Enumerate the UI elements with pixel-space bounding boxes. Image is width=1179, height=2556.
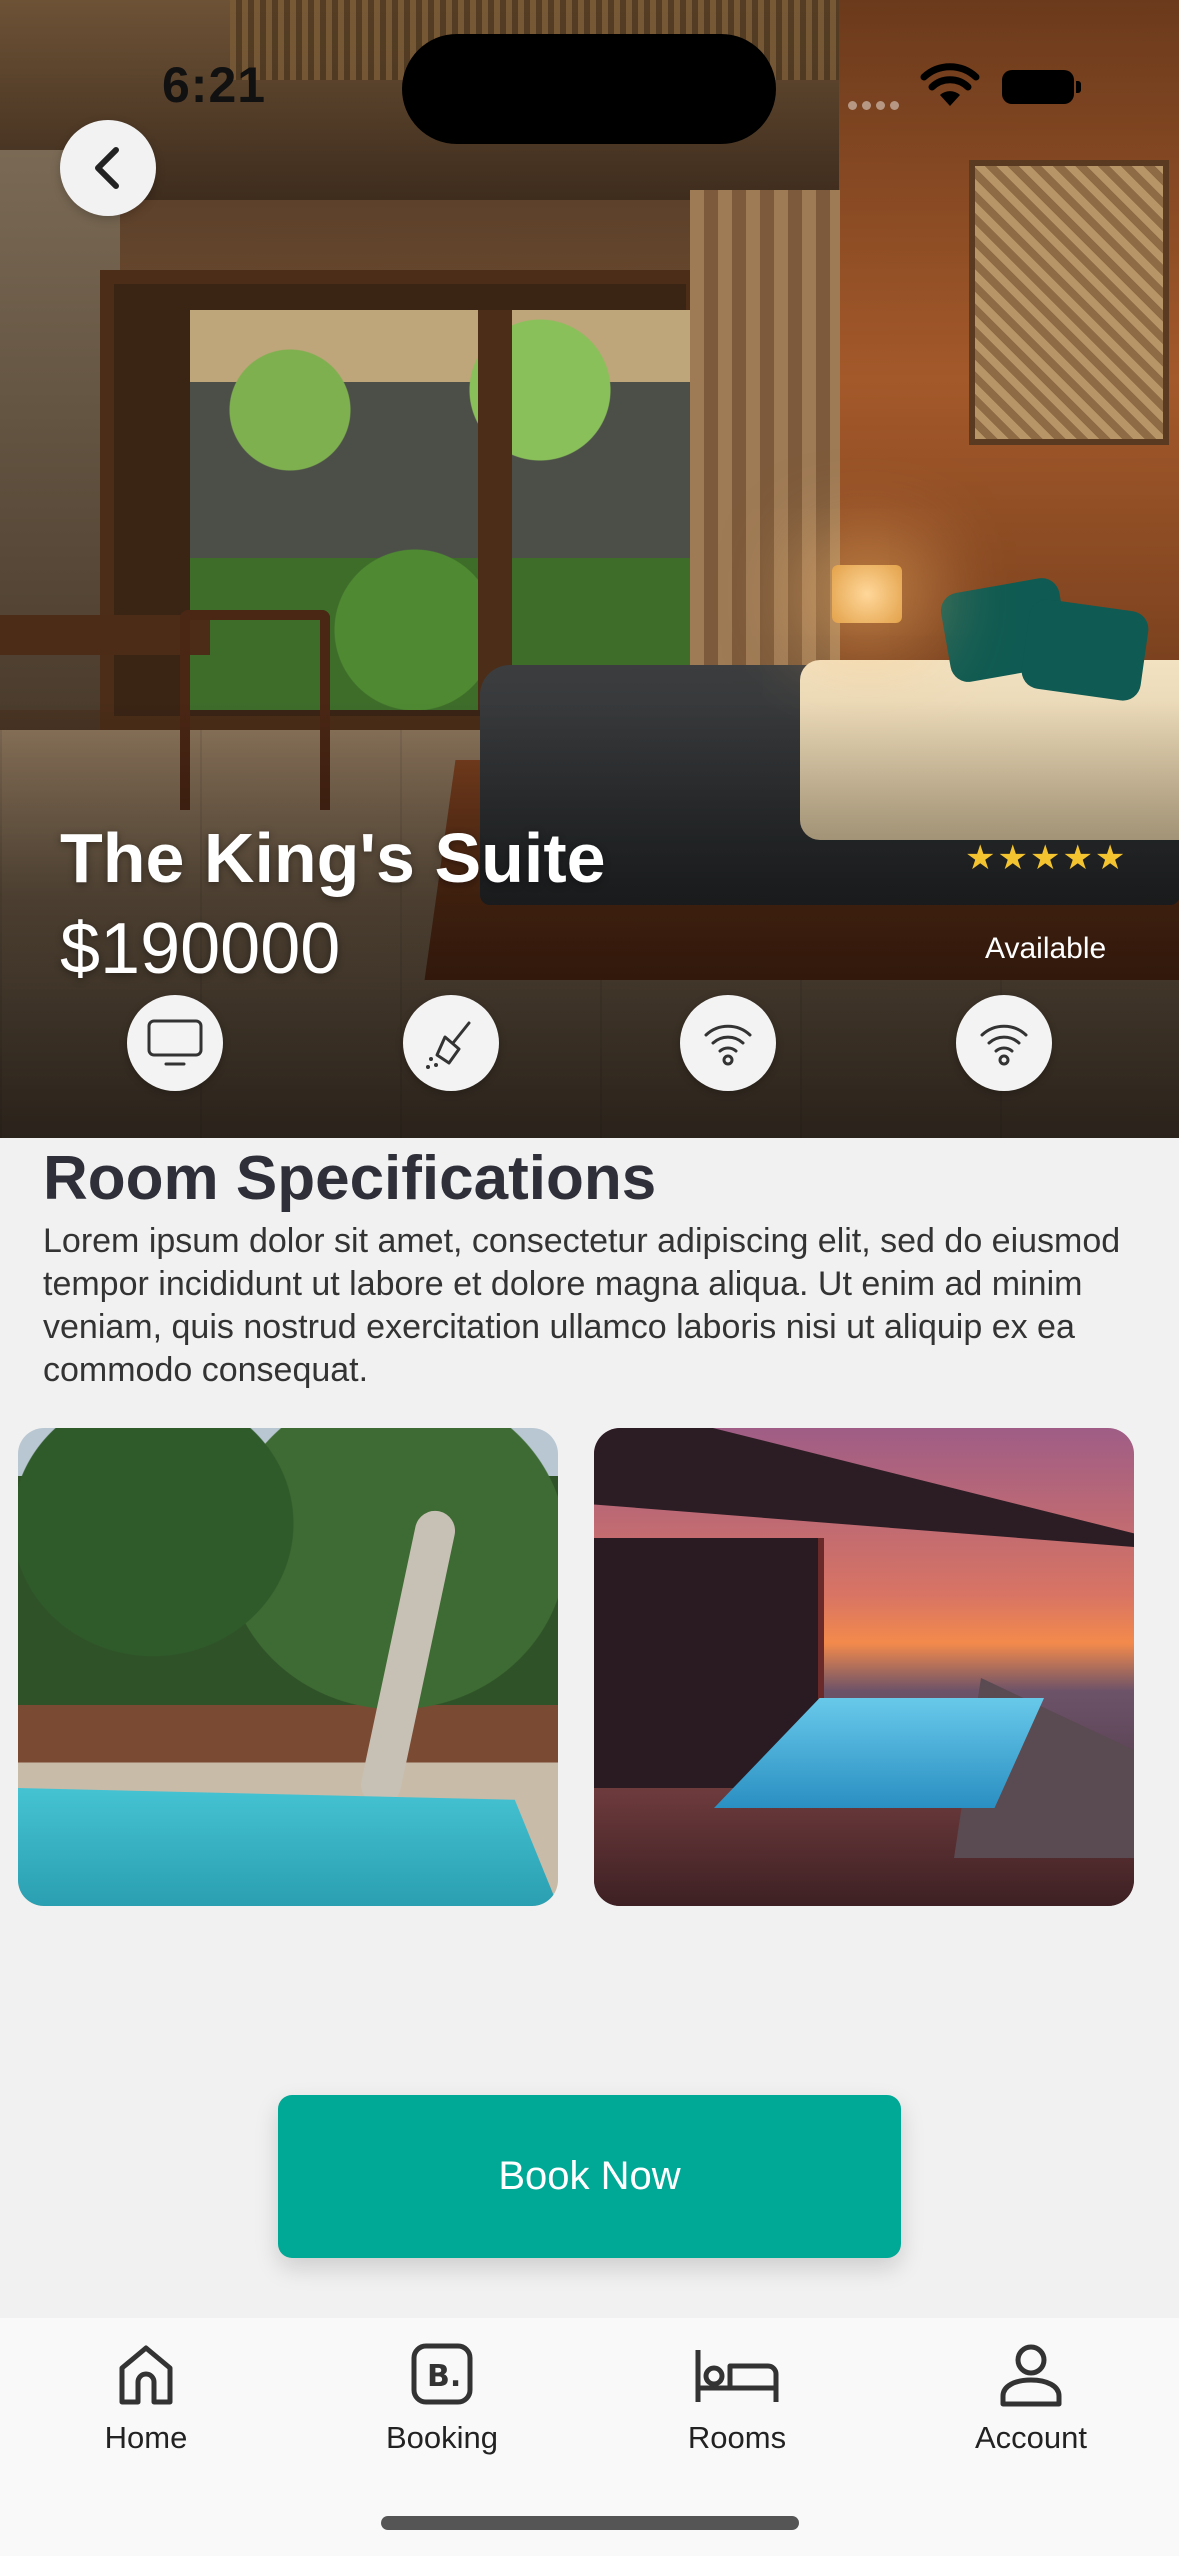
bed-icon [695,2350,779,2402]
hero-wall-painting [969,160,1169,445]
section-title: Room Specifications [43,1144,657,1213]
photo-tree-trunk [357,1507,459,1809]
wifi-status-icon [920,63,980,106]
star-rating: ★★★★★ [965,839,1128,877]
tab-home[interactable]: Home [36,2340,256,2460]
home-indicator[interactable] [381,2516,799,2530]
tab-rooms[interactable]: Rooms [627,2340,847,2460]
book-now-button[interactable]: Book Now [278,2095,901,2258]
home-icon [119,2345,173,2405]
tab-label: Rooms [687,2420,787,2455]
tab-label: Account [974,2420,1087,2455]
booking-icon: B. [411,2343,473,2405]
tab-booking[interactable]: B. Booking [332,2340,552,2460]
tab-label: Booking [385,2420,499,2455]
tab-label: Home [104,2420,188,2455]
hero-lamp [832,565,902,623]
battery-icon [1002,70,1081,104]
photo-pool-water [18,1788,558,1906]
amenity-wifi-button[interactable] [956,995,1052,1091]
room-name: The King's Suite [60,819,606,897]
wifi-icon [704,1024,752,1066]
availability-status: Available [985,932,1107,965]
hero-curtain [690,190,840,680]
room-price: $190000 [60,909,341,989]
hero-desk [0,615,210,655]
tab-account[interactable]: Account [921,2340,1141,2460]
account-icon [1000,2344,1062,2407]
room-detail-screen: 6:21 The King's Suite $190000 ★★★★★ Avai… [0,0,1179,2556]
cleaning-broom-icon [426,1021,471,1069]
wifi-icon [980,1024,1028,1066]
amenity-wifi-button[interactable] [680,995,776,1091]
gallery-photo-pool-garden[interactable] [18,1428,558,1906]
monitor-icon [147,1019,203,1066]
amenity-cleaning-button[interactable] [403,995,499,1091]
gallery-photo-pool-sunset[interactable] [594,1428,1134,1906]
dynamic-island [402,34,776,144]
chevron-left-icon [95,147,119,189]
section-description: Lorem ipsum dolor sit amet, consectetur … [43,1222,1121,1389]
svg-text:B.: B. [427,2359,461,2394]
back-button[interactable] [60,120,156,216]
status-time: 6:21 [162,57,267,113]
hero-pillow [1019,597,1151,703]
signal-icon [848,97,904,110]
amenity-tv-button[interactable] [127,995,223,1091]
hero-window-mullion [478,310,512,710]
